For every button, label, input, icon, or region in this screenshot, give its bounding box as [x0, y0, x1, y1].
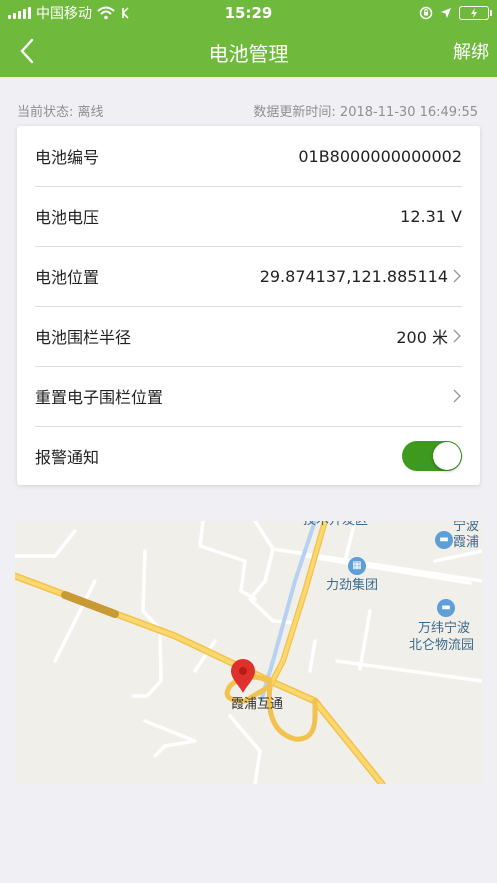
chevron-right-icon — [453, 389, 461, 403]
reset-fence-label: 重置电子围栏位置 — [35, 388, 164, 407]
location-row[interactable]: 电池位置 29.874137,121.885114 — [35, 246, 462, 307]
map-view[interactable]: 技术开发区 ▦ 力劲集团 ▬ 宁波 霞浦 ▬ 万纬宁波 北仑物流园 霞浦互通 — [15, 521, 482, 784]
fence-radius-value-wrap: 200 米 — [396, 324, 462, 348]
battery-id-value: 01B8000000000002 — [298, 146, 462, 166]
map-label-lijin: 力劲集团 — [326, 578, 379, 593]
alarm-label: 报警通知 — [35, 448, 100, 467]
map-label-beilun: 北仑物流园 — [409, 638, 475, 653]
page-title: 电池管理 — [208, 42, 289, 66]
fence-radius-value: 200 米 — [396, 328, 448, 347]
map-label-ningbo: 宁波 — [453, 521, 480, 534]
map-label-xiapu-small: 霞浦 — [453, 535, 480, 550]
update-time-text: 数据更新时间: 2018-11-30 16:49:55 — [253, 105, 478, 120]
location-arrow-icon — [441, 8, 451, 18]
location-pin-icon — [231, 659, 255, 693]
location-value: 29.874137,121.885114 — [259, 266, 448, 286]
battery-id-row: 电池编号 01B8000000000002 — [35, 126, 462, 187]
status-right — [419, 4, 492, 22]
alarm-toggle[interactable] — [402, 441, 462, 471]
voltage-row: 电池电压 12.31 V — [35, 186, 462, 247]
battery-settings-card: 电池编号 01B8000000000002 电池电压 12.31 V 电池位置 … — [17, 126, 480, 485]
map-label-tech-zone: 技术开发区 — [303, 521, 368, 529]
battery-id-label: 电池编号 — [35, 148, 100, 167]
map-label-wanwei: 万纬宁波 — [418, 621, 471, 636]
reset-fence-row[interactable]: 重置电子围栏位置 — [35, 366, 462, 427]
rotation-lock-icon — [419, 6, 433, 20]
fence-radius-label: 电池围栏半径 — [35, 328, 132, 347]
battery-icon — [459, 6, 492, 20]
top-bar: 中国移动 15:29 电池管理 解绑 — [0, 0, 497, 77]
current-state-text: 当前状态: 离线 — [17, 105, 104, 120]
device-status-line: 当前状态: 离线 数据更新时间: 2018-11-30 16:49:55 — [17, 101, 478, 120]
voltage-label: 电池电压 — [35, 208, 100, 227]
truck-icon: ▬ — [435, 531, 453, 549]
chevron-right-icon — [453, 329, 461, 343]
location-value-wrap: 29.874137,121.885114 — [260, 267, 462, 286]
chevron-right-icon — [453, 269, 461, 283]
fence-radius-row[interactable]: 电池围栏半径 200 米 — [35, 306, 462, 367]
status-bar: 中国移动 15:29 — [0, 0, 497, 26]
location-label: 电池位置 — [35, 268, 100, 287]
truck-icon: ▬ — [437, 599, 455, 617]
building-icon: ▦ — [348, 557, 366, 575]
voltage-value: 12.31 V — [400, 206, 462, 226]
unbind-button[interactable]: 解绑 — [453, 38, 489, 64]
alarm-row: 报警通知 — [35, 426, 462, 486]
map-label-xiapu-interchange: 霞浦互通 — [231, 697, 284, 712]
toggle-knob — [433, 442, 461, 470]
